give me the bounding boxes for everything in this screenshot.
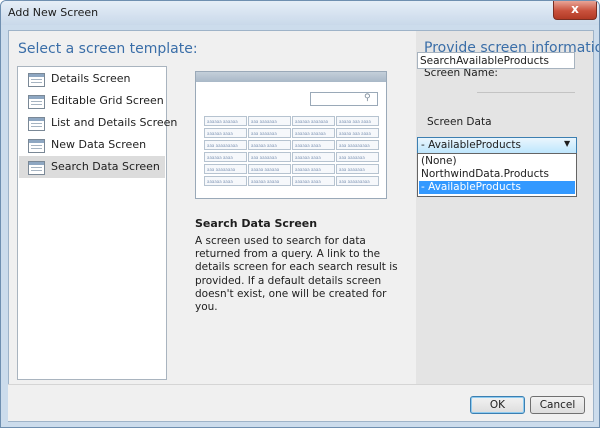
preview-grid-cell: aaaaaa aaaa — [292, 176, 335, 186]
grid-screen-icon — [28, 95, 45, 109]
template-preview: ⚲ aaaaaa aaaaaa aaa aaaaaaa aaaaaa aaaaaaa… — [195, 71, 387, 199]
list-details-screen-icon — [28, 117, 45, 131]
preview-grid-cell: aaaaaa aaaa — [292, 164, 335, 174]
details-screen-icon — [28, 73, 45, 87]
screen-data-dropdown[interactable]: (None) NorthwindData.Products - Availabl… — [417, 153, 577, 197]
preview-grid-cell: aaaaaa aaaaaa — [204, 116, 247, 126]
screen-name-input[interactable] — [417, 52, 575, 69]
template-item-search-data[interactable]: Search Data Screen — [19, 156, 165, 178]
template-item-label: Details Screen — [51, 72, 131, 85]
preview-grid-cell: aaa aaaaaaaaa — [336, 176, 379, 186]
preview-grid-cell: aaa aaaaaaa — [248, 128, 291, 138]
preview-grid-cell: aaaaaa aaaa — [292, 140, 335, 150]
preview-grid-cell: aaaaaa aaaa — [248, 140, 291, 150]
template-item-label: Editable Grid Screen — [51, 94, 164, 107]
add-new-screen-dialog: Add New Screen x Select a screen templat… — [0, 0, 600, 428]
chevron-down-icon: ▼ — [564, 139, 571, 148]
preview-grid-cell: aaaaa aaaaaa — [248, 164, 291, 174]
template-item-label: New Data Screen — [51, 138, 147, 151]
preview-grid-cell: aaa aaaaaaaaa — [336, 140, 379, 150]
preview-grid-cell: aaaaaa aaaaaaa — [292, 116, 335, 126]
template-item-new-data[interactable]: New Data Screen — [19, 134, 165, 156]
screen-data-divider — [477, 92, 575, 93]
template-item-list-details[interactable]: List and Details Screen — [19, 112, 177, 134]
dropdown-option-northwind-products[interactable]: NorthwindData.Products — [419, 168, 575, 181]
dialog-footer: OK Cancel — [8, 384, 592, 421]
preview-grid-cell: aaa aaaaaaa — [248, 152, 291, 162]
template-list[interactable]: Details Screen Editable Grid Screen List… — [17, 66, 177, 380]
preview-grid-cell: aaa aaaaaaa — [336, 152, 379, 162]
title-bar[interactable]: Add New Screen x — [1, 1, 599, 25]
screen-data-selected-value: - AvailableProducts — [421, 139, 521, 151]
preview-grid-cell: aaa aaaaaaaaa — [204, 140, 247, 150]
preview-grid-cell: aaaaa aaa aaaa — [336, 116, 379, 126]
template-item-editable-grid[interactable]: Editable Grid Screen — [19, 90, 165, 112]
template-description-title: Search Data Screen — [195, 217, 318, 230]
ok-button[interactable]: OK — [470, 396, 525, 414]
close-button[interactable]: x — [553, 1, 597, 20]
preview-grid-cell: aaaaaa aaaaaa — [292, 128, 335, 138]
template-description: A screen used to search for data returne… — [195, 235, 398, 314]
template-heading: Select a screen template: — [18, 41, 198, 57]
template-panel: Select a screen template: Details Screen… — [9, 31, 416, 385]
preview-grid-cell: aaaaa aaa aaaa — [336, 128, 379, 138]
template-item-details[interactable]: Details Screen — [19, 68, 165, 90]
preview-grid-cell: aaaaaa aaaaa — [248, 176, 291, 186]
new-data-screen-icon — [28, 139, 45, 153]
search-icon: ⚲ — [364, 93, 371, 103]
preview-grid-cell: aaaaaa aaaa — [204, 128, 247, 138]
template-item-label: List and Details Screen — [51, 116, 178, 129]
preview-grid-cell: aaa aaaaaaa — [336, 164, 379, 174]
cancel-button[interactable]: Cancel — [530, 396, 585, 414]
dialog-body: Select a screen template: Details Screen… — [8, 30, 594, 422]
preview-grid-cell: aaaaaa aaaa — [204, 176, 247, 186]
window-title: Add New Screen — [8, 6, 99, 19]
screen-info-panel — [416, 31, 593, 385]
close-icon: x — [571, 2, 579, 16]
screen-data-combobox[interactable]: - AvailableProducts ▼ — [417, 137, 577, 154]
screen-data-label: Screen Data — [427, 116, 492, 128]
preview-grid-cell: aaa aaaaaaa — [248, 116, 291, 126]
preview-grid-cell: aaaaaa aaaa — [292, 152, 335, 162]
template-item-label: Search Data Screen — [51, 160, 160, 173]
preview-header-bar — [196, 72, 386, 82]
dropdown-option-none[interactable]: (None) — [419, 155, 575, 168]
dropdown-option-available-products[interactable]: - AvailableProducts — [419, 181, 575, 194]
preview-grid-cell: aaa aaaaaaaa — [204, 164, 247, 174]
preview-grid-cell: aaaaaa aaaa — [204, 152, 247, 162]
search-data-screen-icon — [28, 161, 45, 175]
